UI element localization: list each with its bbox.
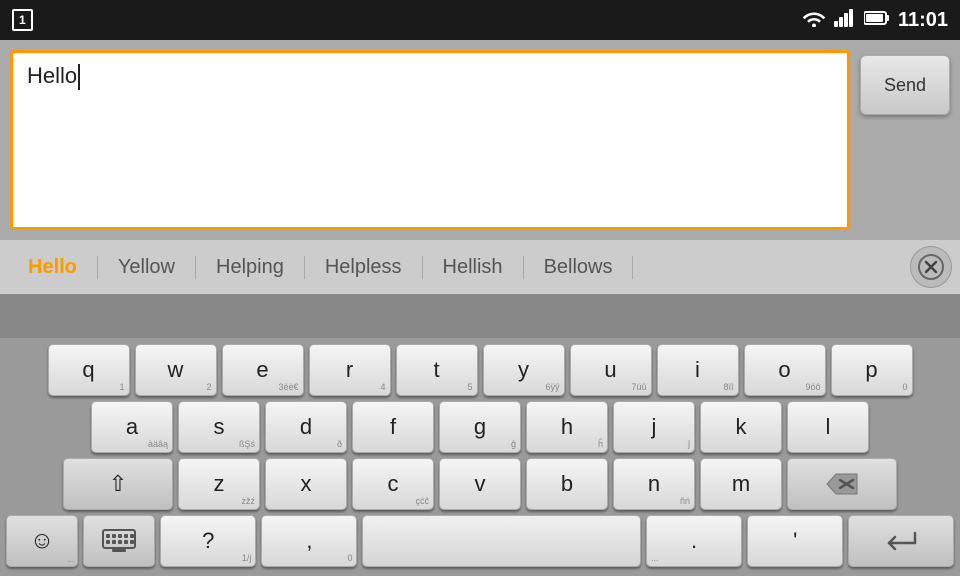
key-c[interactable]: cçćĉ [352,458,434,510]
suggestion-item[interactable]: Hello [8,256,98,279]
key-y[interactable]: y6ÿŷ [483,344,565,396]
notification-icon: 1 [12,9,33,31]
wifi-icon [802,9,826,32]
suggestions-bar: Hello Yellow Helping Helpless Hellish Be… [0,240,960,294]
key-a[interactable]: aàäâą [91,401,173,453]
key-apostrophe[interactable]: ' [747,515,843,567]
key-v[interactable]: v [439,458,521,510]
key-u[interactable]: u7üû [570,344,652,396]
suggestions-list: Hello Yellow Helping Helpless Hellish Be… [8,256,904,279]
spacebar-key[interactable] [362,515,641,567]
key-d[interactable]: dð [265,401,347,453]
send-button[interactable]: Send [860,55,950,115]
keyboard-switch-key[interactable] [83,515,155,567]
keyboard-row-3: ⇧ zżžź x cçćĉ v b nñń m [6,458,954,510]
keyboard-row-4: ☺... ?1/j ,0 .... ' [6,515,954,571]
suggestion-item[interactable]: Hellish [423,256,524,279]
key-l[interactable]: l [787,401,869,453]
key-e[interactable]: e3ëè€ [222,344,304,396]
key-m[interactable]: m [700,458,782,510]
key-t[interactable]: t5 [396,344,478,396]
keyboard-row-1: q1 w2 e3ëè€ r4 t5 y6ÿŷ u7üû i8ïî o9öô p0 [6,344,954,396]
suggestion-item[interactable]: Helping [196,256,305,279]
status-right: 11:01 [802,9,948,32]
suggestion-item[interactable]: Yellow [98,256,196,279]
key-f[interactable]: f [352,401,434,453]
shift-key[interactable]: ⇧ [63,458,173,510]
text-input-area[interactable]: Hello [10,50,850,230]
key-w[interactable]: w2 [135,344,217,396]
input-text: Hello [27,63,77,88]
key-x[interactable]: x [265,458,347,510]
cursor [78,64,80,90]
backspace-key[interactable] [787,458,897,510]
key-b[interactable]: b [526,458,608,510]
keyboard: q1 w2 e3ëè€ r4 t5 y6ÿŷ u7üû i8ïî o9öô p0… [0,338,960,576]
key-g[interactable]: gĝ [439,401,521,453]
key-n[interactable]: nñń [613,458,695,510]
key-k[interactable]: k [700,401,782,453]
time-display: 11:01 [898,9,948,32]
suggestion-item[interactable]: Helpless [305,256,423,279]
key-question[interactable]: ?1/j [160,515,256,567]
key-s[interactable]: sßŞś [178,401,260,453]
key-o[interactable]: o9öô [744,344,826,396]
suggestion-item[interactable]: Bellows [524,256,634,279]
status-left: 1 [12,9,33,31]
status-bar: 1 11:01 [0,0,960,40]
signal-icon [834,9,856,32]
keyboard-row-2: aàäâą sßŞś dð f gĝ hĥ jĵ k l [6,401,954,453]
key-p[interactable]: p0 [831,344,913,396]
battery-icon [864,10,890,31]
key-period[interactable]: .... [646,515,742,567]
key-i[interactable]: i8ïî [657,344,739,396]
key-h[interactable]: hĥ [526,401,608,453]
key-q[interactable]: q1 [48,344,130,396]
enter-key[interactable] [848,515,954,567]
key-z[interactable]: zżžź [178,458,260,510]
key-j[interactable]: jĵ [613,401,695,453]
key-comma[interactable]: ,0 [261,515,357,567]
key-r[interactable]: r4 [309,344,391,396]
main-area: Hello Send [0,40,960,240]
delete-suggestion-button[interactable] [910,246,952,288]
emoji-key[interactable]: ☺... [6,515,78,567]
